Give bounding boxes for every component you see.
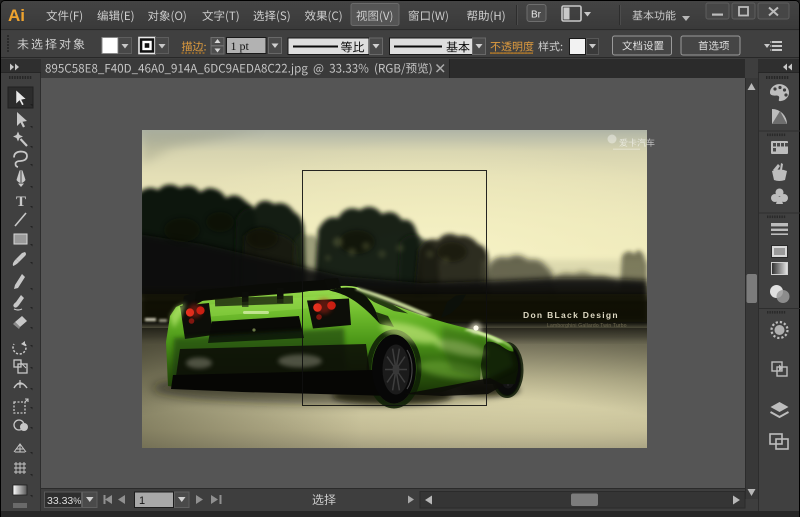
svg-text:Br: Br: [531, 10, 542, 21]
svg-text:1: 1: [139, 495, 145, 507]
svg-text:Ai: Ai: [8, 6, 25, 25]
svg-text:T: T: [16, 194, 26, 210]
svg-text:33.33%: 33.33%: [47, 495, 81, 507]
svg-text:1 pt: 1 pt: [231, 39, 250, 53]
